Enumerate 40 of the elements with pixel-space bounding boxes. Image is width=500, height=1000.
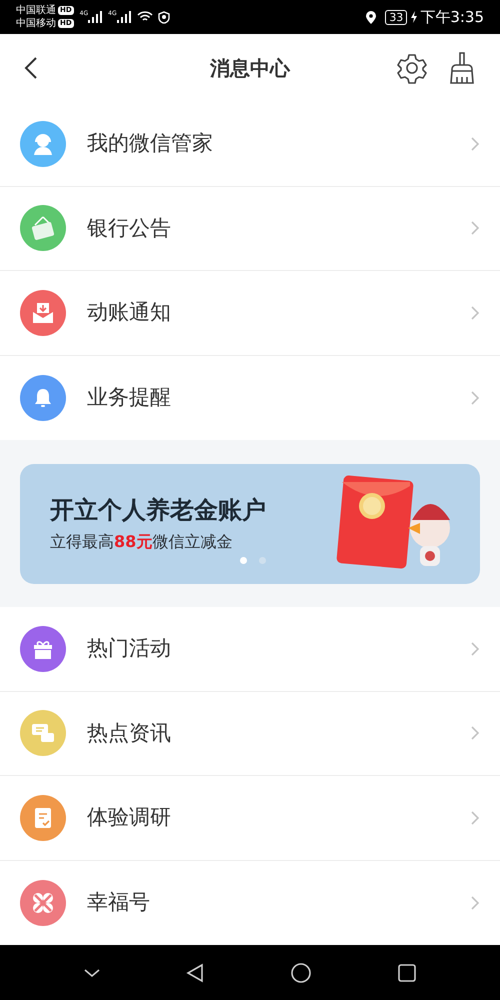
promo-banner[interactable]: 开立个人养老金账户 立得最高88元微信立减金 <box>20 464 480 584</box>
item-label: 幸福号 <box>87 889 151 916</box>
charging-icon <box>411 11 418 23</box>
menu-item[interactable]: 热点资讯 <box>0 692 500 776</box>
banner-title: 开立个人养老金账户 <box>50 494 266 526</box>
item-label: 热门活动 <box>87 635 172 662</box>
item-label: 动账通知 <box>87 299 172 326</box>
chevron-right-icon <box>470 640 480 657</box>
sign-icon <box>29 214 57 242</box>
item-label: 体验调研 <box>87 804 172 832</box>
signal-icon <box>88 11 102 23</box>
battery-level: 33 <box>385 10 408 24</box>
chevron-right-icon <box>470 304 480 321</box>
chevron-down-icon[interactable] <box>82 968 101 978</box>
chevron-right-icon <box>470 390 480 406</box>
recents-square-icon[interactable] <box>397 962 418 982</box>
carrier-name: 中国移动 <box>16 17 56 30</box>
location-pin-icon <box>366 10 376 24</box>
carrier-name: 中国联通 <box>16 4 56 17</box>
broom-icon[interactable] <box>448 51 476 85</box>
menu-item[interactable]: 银行公告 <box>0 186 500 272</box>
chevron-right-icon <box>470 725 480 742</box>
banner-subtitle: 立得最高88元微信立减金 <box>50 530 234 553</box>
signal-icon <box>116 11 131 23</box>
item-label: 业务提醒 <box>87 384 172 412</box>
chevron-right-icon <box>470 810 480 826</box>
settings-icon[interactable] <box>396 52 428 84</box>
shield-icon <box>158 10 170 24</box>
chevron-right-icon <box>470 136 480 152</box>
home-circle-icon[interactable] <box>290 962 312 984</box>
back-icon[interactable] <box>24 56 38 80</box>
item-label: 银行公告 <box>87 214 172 242</box>
clock-time: 下午3:35 <box>420 6 484 28</box>
chevron-right-icon <box>470 894 480 911</box>
item-label: 热点资讯 <box>87 720 172 747</box>
chevron-right-icon <box>470 220 480 236</box>
page-title: 消息中心 <box>210 55 290 82</box>
back-triangle-icon[interactable] <box>186 962 204 982</box>
item-label: 我的微信管家 <box>87 130 214 157</box>
wifi-icon <box>136 11 153 23</box>
